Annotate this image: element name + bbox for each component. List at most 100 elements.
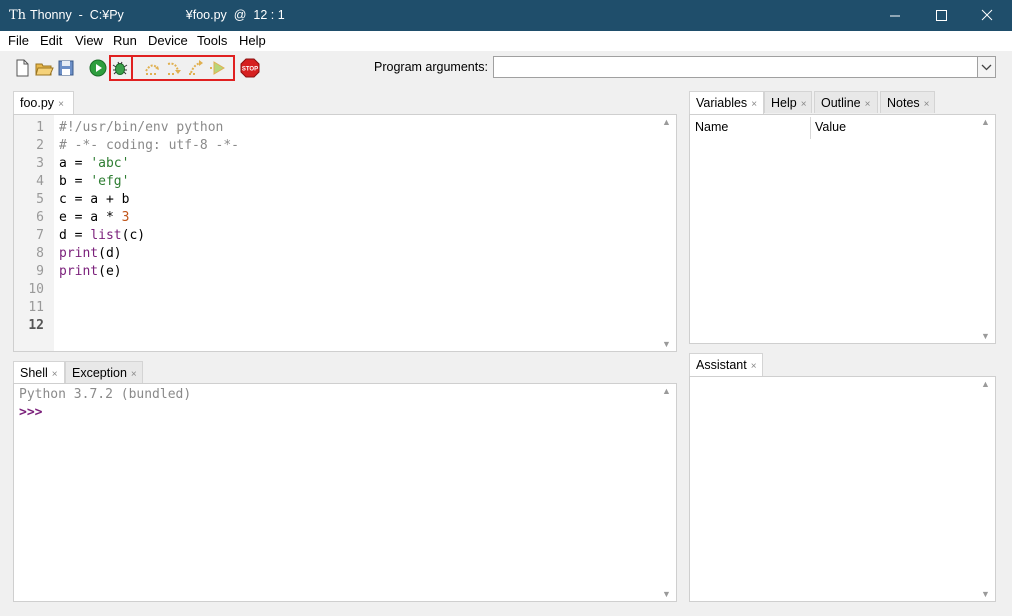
code-line[interactable]: b = 'efg' bbox=[59, 174, 129, 189]
close-icon[interactable]: × bbox=[751, 361, 757, 372]
tab-notes[interactable]: Notes × bbox=[880, 91, 935, 113]
tab-assistant[interactable]: Assistant × bbox=[689, 353, 763, 376]
code-editor[interactable]: 1 2 3 4 5 6 7 8 9 10 11 12 #!/usr/bin/env python # -… bbox=[13, 114, 677, 352]
right-tabbar: Variables × Help × Outline × Notes × bbox=[689, 91, 996, 114]
chevron-down-icon bbox=[981, 64, 992, 71]
code-token: 3 bbox=[121, 210, 130, 225]
close-icon[interactable]: × bbox=[52, 369, 58, 380]
tab-outline[interactable]: Outline × bbox=[814, 91, 878, 113]
close-icon[interactable]: × bbox=[751, 99, 757, 110]
line-number-gutter: 1 2 3 4 5 6 7 8 9 10 11 12 bbox=[14, 115, 54, 351]
save-icon bbox=[58, 60, 74, 76]
scroll-down-icon[interactable]: ▼ bbox=[981, 331, 990, 341]
scroll-up-icon[interactable]: ▲ bbox=[981, 117, 990, 127]
run-icon bbox=[89, 59, 107, 77]
code-line[interactable]: print(e) bbox=[59, 264, 122, 279]
code-token: print bbox=[59, 246, 99, 261]
shell-prompt[interactable]: >>> bbox=[19, 405, 42, 420]
code-token: 'efg' bbox=[90, 174, 130, 189]
program-arguments-combobox[interactable] bbox=[493, 56, 996, 78]
close-icon[interactable]: × bbox=[865, 99, 871, 110]
program-arguments-dropdown-button[interactable] bbox=[977, 57, 995, 77]
maximize-button[interactable] bbox=[918, 0, 964, 31]
code-token: (d) bbox=[98, 246, 122, 261]
scroll-up-icon[interactable]: ▲ bbox=[662, 117, 671, 127]
tab-assistant-label: Assistant bbox=[696, 358, 747, 372]
line-number: 8 bbox=[36, 246, 44, 261]
code-line[interactable]: #!/usr/bin/env python bbox=[59, 120, 223, 135]
code-token: print bbox=[59, 264, 99, 279]
line-number: 2 bbox=[36, 138, 44, 153]
close-icon bbox=[981, 9, 993, 21]
variables-column-name[interactable]: Name bbox=[695, 120, 728, 134]
tab-help[interactable]: Help × bbox=[764, 91, 812, 113]
debug-highlight-box bbox=[109, 55, 133, 81]
code-token: 'abc' bbox=[90, 156, 130, 171]
variables-column-value[interactable]: Value bbox=[815, 120, 846, 134]
code-line[interactable]: a = 'abc' bbox=[59, 156, 129, 171]
shell-pane[interactable]: Python 3.7.2 (bundled) >>> ▲ ▼ bbox=[13, 383, 677, 602]
code-line[interactable]: e = a * 3 bbox=[59, 210, 129, 225]
new-file-button[interactable] bbox=[12, 58, 32, 78]
scroll-down-icon[interactable]: ▼ bbox=[662, 589, 671, 599]
shell-scrollbar[interactable]: ▲ ▼ bbox=[659, 384, 676, 601]
open-file-icon bbox=[35, 63, 54, 76]
program-arguments-label: Program arguments: bbox=[374, 60, 488, 74]
code-token: d = bbox=[59, 228, 91, 243]
run-button[interactable] bbox=[88, 58, 108, 78]
scroll-down-icon[interactable]: ▼ bbox=[662, 339, 671, 349]
close-icon[interactable]: × bbox=[58, 99, 64, 110]
tab-exception[interactable]: Exception × bbox=[65, 361, 143, 383]
close-icon[interactable]: × bbox=[924, 99, 930, 110]
minimize-button[interactable] bbox=[872, 0, 918, 31]
code-line[interactable]: c = a + b bbox=[59, 192, 129, 207]
variables-scrollbar[interactable]: ▲ ▼ bbox=[978, 115, 995, 343]
stop-button[interactable]: STOP bbox=[240, 58, 260, 78]
open-file-button[interactable] bbox=[34, 58, 54, 78]
menu-help[interactable]: Help bbox=[239, 33, 266, 48]
menu-file[interactable]: File bbox=[8, 33, 29, 48]
stop-icon-text: STOP bbox=[242, 67, 258, 73]
menu-run[interactable]: Run bbox=[113, 33, 137, 48]
variables-pane[interactable]: Name Value ▲ ▼ bbox=[689, 114, 996, 344]
new-file-icon bbox=[16, 59, 29, 77]
close-icon[interactable]: × bbox=[801, 99, 807, 110]
code-line[interactable]: d = list(c) bbox=[59, 228, 145, 243]
menu-bar: File Edit View Run Device Tools Help bbox=[0, 31, 1012, 51]
line-number: 7 bbox=[36, 228, 44, 243]
scroll-up-icon[interactable]: ▲ bbox=[662, 386, 671, 396]
tab-shell[interactable]: Shell × bbox=[13, 361, 65, 384]
code-token: # -*- coding: utf-8 -*- bbox=[59, 138, 240, 153]
code-line[interactable]: print(d) bbox=[59, 246, 122, 261]
scroll-down-icon[interactable]: ▼ bbox=[981, 589, 990, 599]
assistant-scrollbar[interactable]: ▲ ▼ bbox=[978, 377, 995, 601]
line-number: 1 bbox=[36, 120, 44, 135]
minimize-icon bbox=[890, 15, 900, 17]
scroll-up-icon[interactable]: ▲ bbox=[981, 379, 990, 389]
code-token: b = bbox=[59, 174, 91, 189]
tab-notes-label: Notes bbox=[887, 96, 920, 110]
line-number: 9 bbox=[36, 264, 44, 279]
menu-edit[interactable]: Edit bbox=[40, 33, 62, 48]
code-token: (c) bbox=[121, 228, 146, 243]
editor-tabbar: foo.py × bbox=[13, 91, 675, 114]
menu-tools[interactable]: Tools bbox=[197, 33, 227, 48]
assistant-pane[interactable]: ▲ ▼ bbox=[689, 376, 996, 602]
tab-shell-label: Shell bbox=[20, 366, 48, 380]
close-icon[interactable]: × bbox=[131, 369, 137, 380]
tab-foo-py[interactable]: foo.py × bbox=[13, 91, 74, 114]
title-bar: Th Thonny - C:¥Py ¥foo.py @ 12 : 1 bbox=[0, 0, 1012, 31]
close-button[interactable] bbox=[964, 0, 1010, 31]
menu-device[interactable]: Device bbox=[148, 33, 188, 48]
tab-help-label: Help bbox=[771, 96, 797, 110]
shell-banner: Python 3.7.2 (bundled) bbox=[19, 387, 192, 402]
menu-view[interactable]: View bbox=[75, 33, 103, 48]
editor-scrollbar[interactable]: ▲ ▼ bbox=[659, 115, 676, 351]
tab-variables[interactable]: Variables × bbox=[689, 91, 764, 114]
tab-foo-py-label: foo.py bbox=[20, 96, 55, 110]
column-divider[interactable] bbox=[810, 117, 811, 139]
code-token: a = bbox=[59, 156, 91, 171]
save-button[interactable] bbox=[56, 58, 76, 78]
code-line[interactable]: # -*- coding: utf-8 -*- bbox=[59, 138, 239, 153]
stop-icon: STOP bbox=[240, 58, 260, 78]
